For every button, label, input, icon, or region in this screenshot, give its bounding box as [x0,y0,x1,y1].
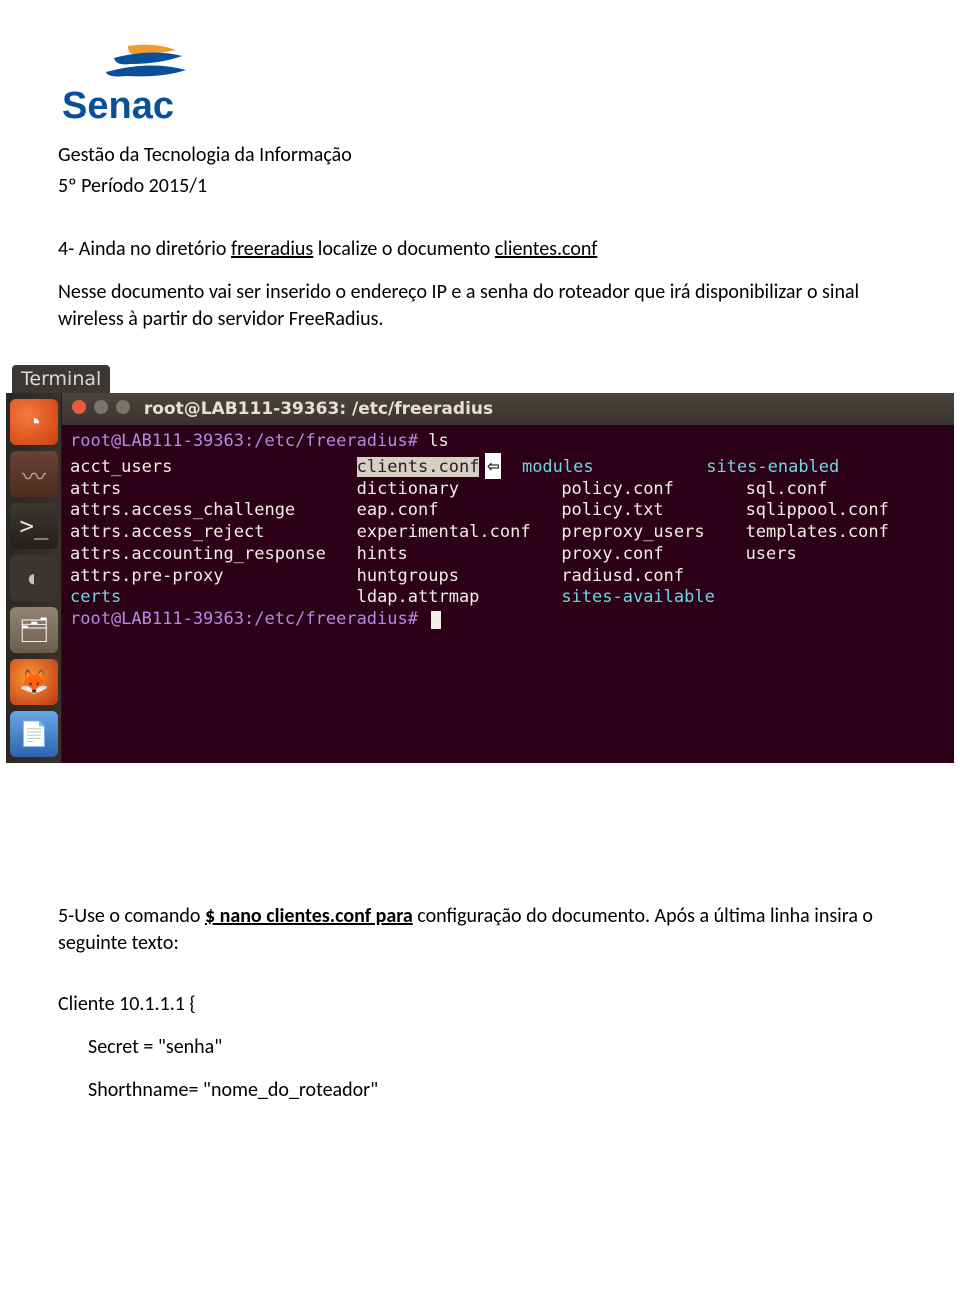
terminal-titlebar: root@LAB111-39363: /etc/freeradius [62,393,954,425]
step4-u1: freeradius [231,237,313,261]
ubuntu-launcher: ◔ 〰 >_ ◐ 🗂 🦊 📄 [6,393,62,763]
terminal-icon: >_ [10,503,58,549]
document-icon: 📄 [10,711,58,757]
code-line-3: Shorthname= "nome_do_roteador" [88,1077,902,1104]
step5-text: 5-Use o comando $ nano clientes.conf par… [58,903,902,957]
terminal-body: root@LAB111-39363:/etc/freeradius# ls ac… [62,425,954,691]
files-icon: 🗂 [10,607,58,653]
code-line-1: Cliente 10.1.1.1 { [58,991,902,1018]
step4-mid: localize o documento [313,237,495,261]
step5-u1: $ nano clientes.conf para [205,904,413,928]
step4-para: Nesse documento vai ser inserido o ender… [58,279,902,333]
header-line-1: Gestão da Tecnologia da Informação [58,142,902,169]
window-close-icon [72,400,86,414]
code-line-2: Secret = "senha" [88,1034,902,1061]
senac-logo: Senac [58,40,902,134]
header-line-2: 5º Período 2015/1 [58,173,902,200]
terminal-top-label: Terminal [12,365,110,393]
eclipse-icon: ◐ [10,555,58,601]
step4-u2: clientes.conf [495,237,598,261]
window-maximize-icon [116,400,130,414]
ubuntu-dash-icon: ◔ [10,399,58,445]
launcher-app-icon: 〰 [10,451,58,497]
step4-pre: 4- Ainda no diretório [58,237,231,261]
embedded-terminal-screenshot: Terminal ◔ 〰 >_ ◐ 🗂 🦊 📄 root@LAB111-3936… [6,365,954,763]
step5-pre: 5-Use o comando [58,904,205,928]
step4-title: 4- Ainda no diretório freeradius localiz… [58,236,902,263]
firefox-icon: 🦊 [10,659,58,705]
terminal-title: root@LAB111-39363: /etc/freeradius [144,399,493,419]
window-minimize-icon [94,400,108,414]
svg-text:Senac: Senac [62,85,174,127]
